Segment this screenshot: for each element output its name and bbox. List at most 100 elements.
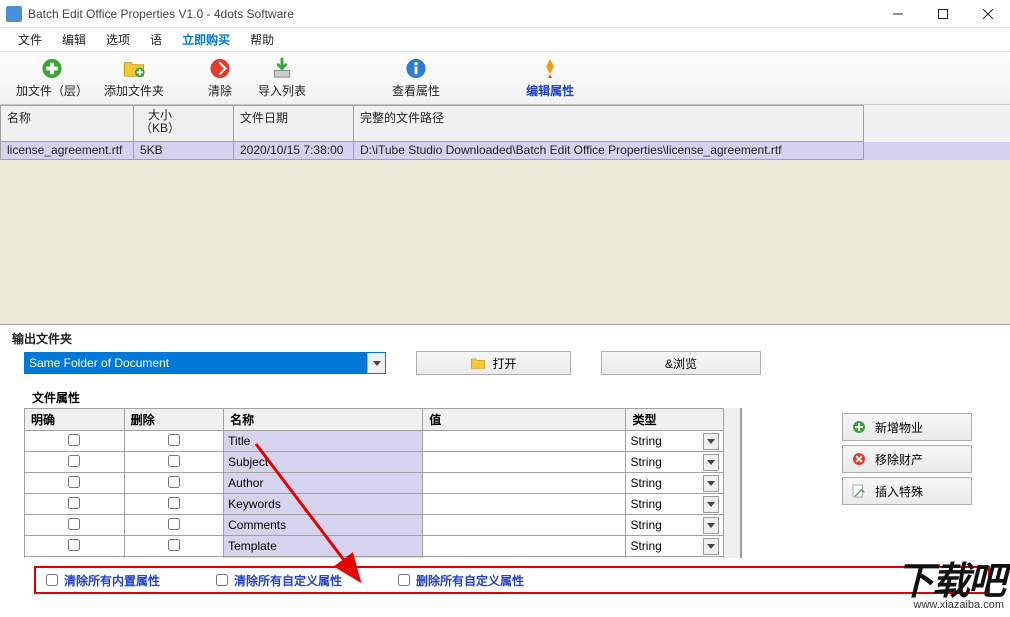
clear-custom-checkbox[interactable]: 清除所有自定义属性 xyxy=(216,572,342,589)
edit-properties-button[interactable]: 编辑属性 xyxy=(518,54,582,102)
prop-type-cell[interactable]: String xyxy=(626,494,724,515)
prop-col-clear[interactable]: 明确 xyxy=(25,409,125,431)
property-row[interactable]: Author String xyxy=(25,473,724,494)
remove-icon xyxy=(851,451,867,467)
window-title: Batch Edit Office Properties V1.0 - 4dot… xyxy=(28,7,875,21)
file-row[interactable]: license_agreement.rtf 5KB 2020/10/15 7:3… xyxy=(0,142,1010,160)
open-button[interactable]: 打开 xyxy=(416,351,571,375)
menu-help[interactable]: 帮助 xyxy=(240,28,284,51)
remove-property-button[interactable]: 移除财产 xyxy=(842,445,972,473)
delete-checkbox[interactable] xyxy=(168,518,180,530)
col-date[interactable]: 文件日期 xyxy=(234,105,354,142)
app-icon xyxy=(6,6,22,22)
prop-name-cell[interactable]: Title xyxy=(224,431,423,452)
prop-type-cell[interactable]: String xyxy=(626,536,724,557)
clear-icon xyxy=(208,57,232,80)
menu-language[interactable]: 语 xyxy=(140,28,172,51)
property-row[interactable]: Title String xyxy=(25,431,724,452)
delete-checkbox[interactable] xyxy=(168,497,180,509)
prop-value-cell[interactable] xyxy=(423,494,626,515)
property-row[interactable]: Keywords String xyxy=(25,494,724,515)
add-folder-icon xyxy=(122,57,146,80)
delete-checkbox[interactable] xyxy=(168,539,180,551)
prop-col-delete[interactable]: 删除 xyxy=(124,409,224,431)
watermark: 下载吧 www.xiazaiba.com xyxy=(896,550,1004,611)
prop-col-type[interactable]: 类型 xyxy=(626,409,724,431)
prop-col-name[interactable]: 名称 xyxy=(224,409,423,431)
add-file-button[interactable]: 加文件（层） xyxy=(8,54,96,102)
prop-col-value[interactable]: 值 xyxy=(423,409,626,431)
prop-type-cell[interactable]: String xyxy=(626,452,724,473)
delete-custom-checkbox[interactable]: 删除所有自定义属性 xyxy=(398,572,524,589)
prop-name-cell[interactable]: Template xyxy=(224,536,423,557)
prop-name-cell[interactable]: Author xyxy=(224,473,423,494)
output-folder-combo[interactable]: Same Folder of Document xyxy=(24,352,386,374)
close-button[interactable] xyxy=(965,0,1010,28)
menu-options[interactable]: 选项 xyxy=(96,28,140,51)
clear-checkbox[interactable] xyxy=(68,434,80,446)
add-file-icon xyxy=(40,57,64,80)
col-name[interactable]: 名称 xyxy=(0,105,134,142)
col-size[interactable]: 大小 （KB） xyxy=(134,105,234,142)
edit-icon xyxy=(538,57,562,80)
insert-icon xyxy=(851,483,867,499)
cell-size: 5KB xyxy=(134,142,234,160)
view-properties-button[interactable]: 查看属性 xyxy=(384,54,448,102)
properties-table: 明确 删除 名称 值 类型 TitleStringSubjectStringAu… xyxy=(24,408,724,558)
property-row[interactable]: Subject String xyxy=(25,452,724,473)
col-path[interactable]: 完整的文件路径 xyxy=(354,105,864,142)
clear-checkbox[interactable] xyxy=(68,497,80,509)
add-property-button[interactable]: 新增物业 xyxy=(842,413,972,441)
clear-builtin-checkbox[interactable]: 清除所有内置属性 xyxy=(46,572,160,589)
prop-value-cell[interactable] xyxy=(423,536,626,557)
maximize-button[interactable] xyxy=(920,0,965,28)
clear-checkbox[interactable] xyxy=(68,455,80,467)
folder-icon xyxy=(470,355,486,371)
file-list-header: 名称 大小 （KB） 文件日期 完整的文件路径 xyxy=(0,105,1010,142)
prop-type-cell[interactable]: String xyxy=(626,473,724,494)
menu-file[interactable]: 文件 xyxy=(8,28,52,51)
prop-type-cell[interactable]: String xyxy=(626,431,724,452)
menu-bar: 文件 编辑 选项 语 立即购买 帮助 xyxy=(0,28,1010,51)
insert-special-button[interactable]: 插入特殊 xyxy=(842,477,972,505)
cell-date: 2020/10/15 7:38:00 xyxy=(234,142,354,160)
prop-name-cell[interactable]: Keywords xyxy=(224,494,423,515)
add-folder-button[interactable]: 添加文件夹 xyxy=(96,54,172,102)
clear-checkbox[interactable] xyxy=(68,518,80,530)
file-list: 名称 大小 （KB） 文件日期 完整的文件路径 license_agreemen… xyxy=(0,105,1010,325)
prop-value-cell[interactable] xyxy=(423,452,626,473)
delete-checkbox[interactable] xyxy=(168,455,180,467)
minimize-button[interactable] xyxy=(875,0,920,28)
prop-name-cell[interactable]: Subject xyxy=(224,452,423,473)
file-properties-label: 文件属性 xyxy=(32,389,742,406)
import-list-button[interactable]: 导入列表 xyxy=(250,54,314,102)
property-row[interactable]: Template String xyxy=(25,536,724,557)
type-drop-icon[interactable] xyxy=(703,517,719,534)
clear-button[interactable]: 清除 xyxy=(190,54,250,102)
table-scrollbar[interactable] xyxy=(724,408,741,558)
prop-value-cell[interactable] xyxy=(423,431,626,452)
prop-name-cell[interactable]: Comments xyxy=(224,515,423,536)
bottom-clear-options: 清除所有内置属性 清除所有自定义属性 删除所有自定义属性 xyxy=(34,566,990,594)
toolbar: 加文件（层） 添加文件夹 清除 导入列表 查看属性 编辑属性 xyxy=(0,51,1010,105)
output-folder-value: Same Folder of Document xyxy=(25,353,367,373)
combo-drop-icon[interactable] xyxy=(367,353,385,373)
browse-button[interactable]: &浏览 xyxy=(601,351,761,375)
type-drop-icon[interactable] xyxy=(703,475,719,492)
type-drop-icon[interactable] xyxy=(703,538,719,555)
type-drop-icon[interactable] xyxy=(703,454,719,471)
add-icon xyxy=(851,419,867,435)
clear-checkbox[interactable] xyxy=(68,539,80,551)
menu-buy-now[interactable]: 立即购买 xyxy=(172,28,240,51)
delete-checkbox[interactable] xyxy=(168,434,180,446)
delete-checkbox[interactable] xyxy=(168,476,180,488)
prop-type-cell[interactable]: String xyxy=(626,515,724,536)
prop-value-cell[interactable] xyxy=(423,515,626,536)
output-folder-label: 输出文件夹 xyxy=(0,325,1010,349)
property-row[interactable]: Comments String xyxy=(25,515,724,536)
type-drop-icon[interactable] xyxy=(703,433,719,450)
clear-checkbox[interactable] xyxy=(68,476,80,488)
menu-edit[interactable]: 编辑 xyxy=(52,28,96,51)
type-drop-icon[interactable] xyxy=(703,496,719,513)
prop-value-cell[interactable] xyxy=(423,473,626,494)
